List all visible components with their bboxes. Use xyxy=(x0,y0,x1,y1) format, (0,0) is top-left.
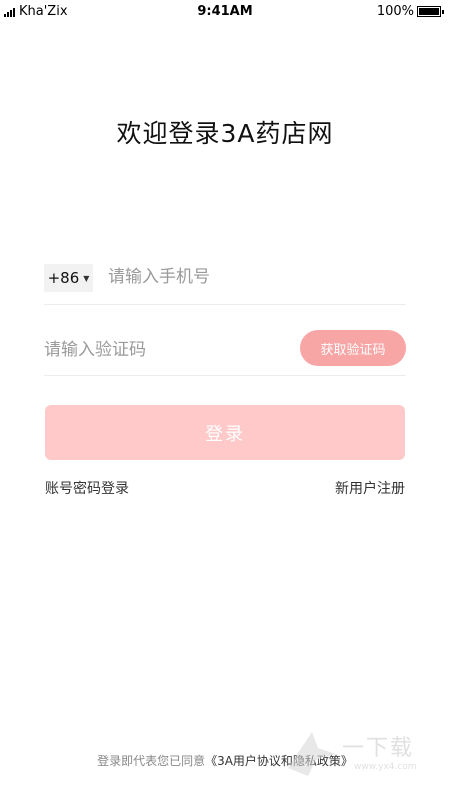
battery-icon xyxy=(417,6,444,17)
login-button[interactable]: 登录 xyxy=(45,405,405,460)
agreement-text: 登录即代表您已同意《3A用户协议和隐私政策》 xyxy=(0,752,450,769)
country-code-value: +86 xyxy=(47,269,80,287)
login-screen: Kha'Zix 9:41AM 100% 欢迎登录3A药店网 +86 ▼ 获取验证… xyxy=(0,0,450,800)
get-code-button[interactable]: 获取验证码 xyxy=(300,330,406,366)
phone-input[interactable] xyxy=(108,262,378,292)
status-bar: Kha'Zix 9:41AM 100% xyxy=(0,0,450,24)
password-login-link[interactable]: 账号密码登录 xyxy=(45,478,129,498)
agreement-prefix: 登录即代表您已同意 xyxy=(97,754,206,768)
policy-link[interactable]: 《3A用户协议和隐私政策》 xyxy=(205,754,353,768)
battery-percent: 100% xyxy=(376,4,414,19)
link-row: 账号密码登录 新用户注册 xyxy=(45,478,405,498)
caret-down-icon: ▼ xyxy=(83,273,90,283)
verification-code-input[interactable] xyxy=(44,334,274,365)
code-row: 获取验证码 xyxy=(44,328,406,376)
page-title: 欢迎登录3A药店网 xyxy=(116,119,334,148)
register-link[interactable]: 新用户注册 xyxy=(335,478,405,498)
country-code-selector[interactable]: +86 ▼ xyxy=(44,264,93,292)
status-right: 100% xyxy=(377,4,444,19)
phone-row: +86 ▼ xyxy=(44,258,406,305)
